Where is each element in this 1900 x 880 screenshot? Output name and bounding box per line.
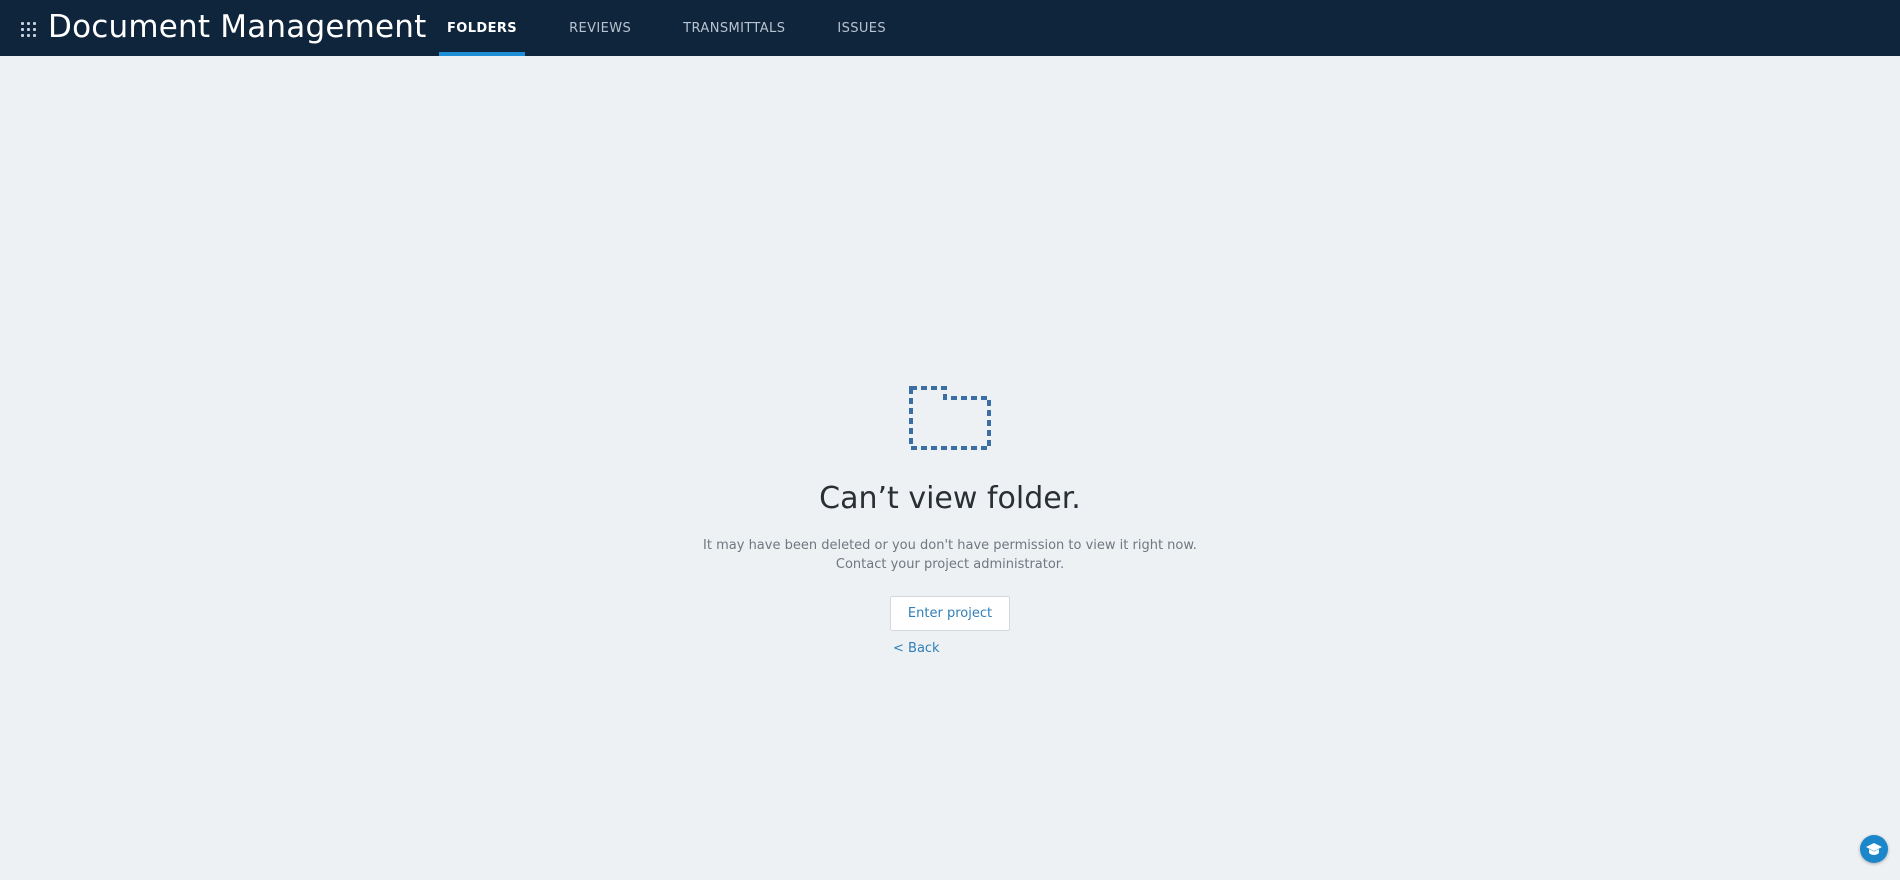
app-switcher-grid-icon[interactable] — [21, 22, 36, 37]
main-tabs: FOLDERS REVIEWS TRANSMITTALS ISSUES — [439, 0, 930, 56]
tab-transmittals[interactable]: TRANSMITTALS — [675, 0, 793, 56]
tab-issues[interactable]: ISSUES — [829, 0, 894, 56]
learning-cap-icon — [1866, 843, 1882, 855]
help-learning-button[interactable] — [1860, 835, 1888, 863]
tab-reviews[interactable]: REVIEWS — [561, 0, 639, 56]
tab-folders[interactable]: FOLDERS — [439, 0, 526, 56]
empty-state-message-line2: Contact your project administrator. — [835, 557, 1065, 572]
app-title: Document Management — [48, 9, 427, 45]
back-link[interactable]: < Back — [893, 641, 940, 656]
empty-state: Can’t view folder. It may have been dele… — [0, 385, 1900, 656]
enter-project-button[interactable]: Enter project — [890, 596, 1010, 631]
empty-state-title: Can’t view folder. — [819, 481, 1081, 516]
dashed-folder-icon — [909, 386, 991, 450]
empty-state-message-line1: It may have been deleted or you don't ha… — [703, 538, 1197, 553]
top-navigation-bar: Document Management FOLDERS REVIEWS TRAN… — [0, 0, 1900, 56]
